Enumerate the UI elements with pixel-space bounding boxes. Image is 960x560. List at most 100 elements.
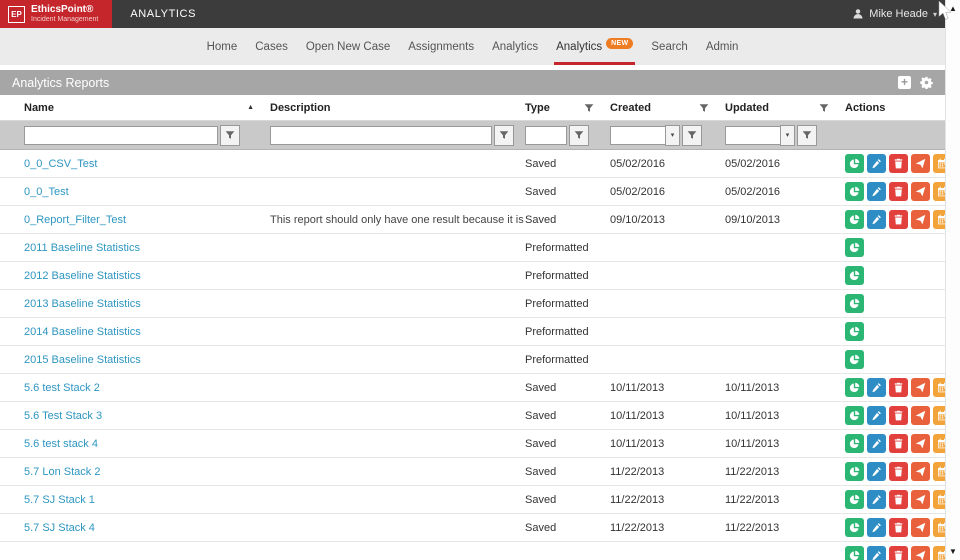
filter-row: ▾ ▾ [0,121,945,150]
view-report-button[interactable] [845,294,864,313]
view-report-button[interactable] [845,434,864,453]
nav-item-home[interactable]: Home [205,28,240,65]
send-report-button[interactable] [911,462,930,481]
delete-report-button[interactable] [889,490,908,509]
report-link[interactable]: 2013 Baseline Statistics [24,298,141,310]
send-report-button[interactable] [911,182,930,201]
view-report-button[interactable] [845,518,864,537]
user-menu[interactable]: Mike Heade ▾ [852,8,945,20]
view-report-button[interactable] [845,322,864,341]
view-report-button[interactable] [845,490,864,509]
view-report-button[interactable] [845,210,864,229]
description-filter-input[interactable] [270,126,492,145]
send-report-button[interactable] [911,406,930,425]
scroll-down-icon[interactable]: ▼ [949,543,957,560]
view-report-button[interactable] [845,350,864,369]
nav-item-search[interactable]: Search [649,28,689,65]
report-link[interactable]: 5.6 test stack 4 [24,438,98,450]
send-report-button[interactable] [911,210,930,229]
delete-report-button[interactable] [889,546,908,560]
view-report-button[interactable] [845,462,864,481]
edit-report-button[interactable] [867,210,886,229]
column-header-type[interactable]: Type [525,102,550,114]
report-link[interactable]: 0_Report_Filter_Test [24,214,126,226]
row-actions [845,154,952,173]
report-link[interactable]: 5.6 test Stack 2 [24,382,100,394]
scroll-up-icon[interactable]: ▲ [949,0,957,17]
view-report-button[interactable] [845,378,864,397]
edit-report-button[interactable] [867,518,886,537]
nav-item-cases[interactable]: Cases [253,28,290,65]
settings-button[interactable] [920,76,933,89]
add-report-button[interactable]: + [898,76,911,89]
view-report-button[interactable] [845,406,864,425]
view-report-button[interactable] [845,154,864,173]
delete-report-button[interactable] [889,378,908,397]
delete-report-button[interactable] [889,406,908,425]
report-link[interactable]: 5.7 Lon Stack 2 [24,466,100,478]
edit-report-button[interactable] [867,406,886,425]
delete-report-button[interactable] [889,182,908,201]
delete-report-button[interactable] [889,154,908,173]
report-link[interactable]: 5.7 SJ Stack 1 [24,494,95,506]
column-header-actions: Actions [845,102,885,114]
report-link[interactable]: 5.7 SJ Stack 4 [24,522,95,534]
edit-report-button[interactable] [867,154,886,173]
send-report-button[interactable] [911,378,930,397]
delete-report-button[interactable] [889,210,908,229]
nav-item-analytics-new[interactable]: AnalyticsNEW [554,28,635,65]
send-report-button[interactable] [911,154,930,173]
report-link[interactable]: 2015 Baseline Statistics [24,354,141,366]
sort-asc-icon[interactable]: ▲ [247,104,254,111]
report-link[interactable]: 2014 Baseline Statistics [24,326,141,338]
created-filter-icon[interactable] [699,103,709,113]
updated-datepicker-button[interactable]: ▾ [780,125,795,146]
edit-report-button[interactable] [867,490,886,509]
name-filter-input[interactable] [24,126,218,145]
view-report-button[interactable] [845,266,864,285]
cell-type: Saved [525,214,610,226]
column-header-updated[interactable]: Updated [725,102,769,114]
nav-item-admin[interactable]: Admin [704,28,741,65]
updated-filter-input[interactable] [725,126,781,145]
view-report-button[interactable] [845,238,864,257]
column-header-description[interactable]: Description [270,102,331,114]
row-actions [845,490,952,509]
delete-report-button[interactable] [889,462,908,481]
column-header-name[interactable]: Name [24,102,54,114]
column-header-created[interactable]: Created [610,102,651,114]
edit-report-button[interactable] [867,434,886,453]
created-filter-input[interactable] [610,126,666,145]
type-filter-icon[interactable] [584,103,594,113]
send-report-button[interactable] [911,518,930,537]
vertical-scrollbar[interactable]: ▲ ▼ [945,0,960,560]
updated-filter-icon[interactable] [819,103,829,113]
report-link[interactable]: 2012 Baseline Statistics [24,270,141,282]
created-datepicker-button[interactable]: ▾ [665,125,680,146]
type-filter-input[interactable] [525,126,567,145]
edit-report-button[interactable] [867,462,886,481]
send-report-button[interactable] [911,434,930,453]
report-link[interactable]: 0_0_CSV_Test [24,158,97,170]
edit-report-button[interactable] [867,546,886,560]
nav-item-analytics[interactable]: Analytics [490,28,540,65]
view-report-button[interactable] [845,182,864,201]
nav-item-open-new-case[interactable]: Open New Case [304,28,392,65]
report-link[interactable]: 2011 Baseline Statistics [24,242,140,254]
description-filter-funnel-button[interactable] [494,125,514,146]
type-filter-funnel-button[interactable] [569,125,589,146]
view-report-button[interactable] [845,546,864,560]
name-filter-funnel-button[interactable] [220,125,240,146]
send-report-button[interactable] [911,490,930,509]
delete-report-button[interactable] [889,434,908,453]
report-link[interactable]: 0_0_Test [24,186,69,198]
send-report-button[interactable] [911,546,930,560]
created-filter-funnel-button[interactable] [682,125,702,146]
nav-item-assignments[interactable]: Assignments [406,28,476,65]
updated-filter-funnel-button[interactable] [797,125,817,146]
delete-report-button[interactable] [889,518,908,537]
edit-report-button[interactable] [867,378,886,397]
edit-report-button[interactable] [867,182,886,201]
nav-item-label: Assignments [408,41,474,53]
report-link[interactable]: 5.6 Test Stack 3 [24,410,102,422]
